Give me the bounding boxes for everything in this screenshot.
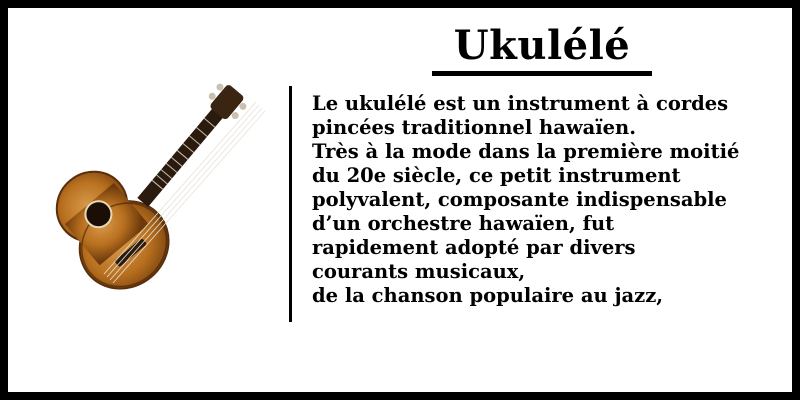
description-text: Le ukulélé est un instrument à cordes pi… (312, 92, 792, 308)
frame: Ukulélé Le ukulélé est un instrument à c… (0, 0, 800, 400)
description-line: d’un orchestre hawaïen, fut (312, 212, 615, 235)
description-line: du 20e siècle, ce petit instrument (312, 164, 681, 187)
description-line: polyvalent, composante indispensable (312, 188, 727, 211)
ukulele-icon (55, 83, 266, 290)
page-title: Ukulélé (453, 22, 631, 69)
description-line: rapidement adopté par divers (312, 236, 636, 259)
description-line: de la chanson populaire au jazz, (312, 284, 664, 307)
description-line: courants musicaux, (312, 260, 526, 283)
description-line: Le ukulélé est un instrument à cordes (312, 92, 729, 115)
vertical-divider (289, 86, 292, 322)
description-line: pincées traditionnel hawaïen. (312, 116, 637, 139)
description-line: Très à la mode dans la première moitié (312, 140, 740, 163)
title-underline (432, 71, 652, 76)
